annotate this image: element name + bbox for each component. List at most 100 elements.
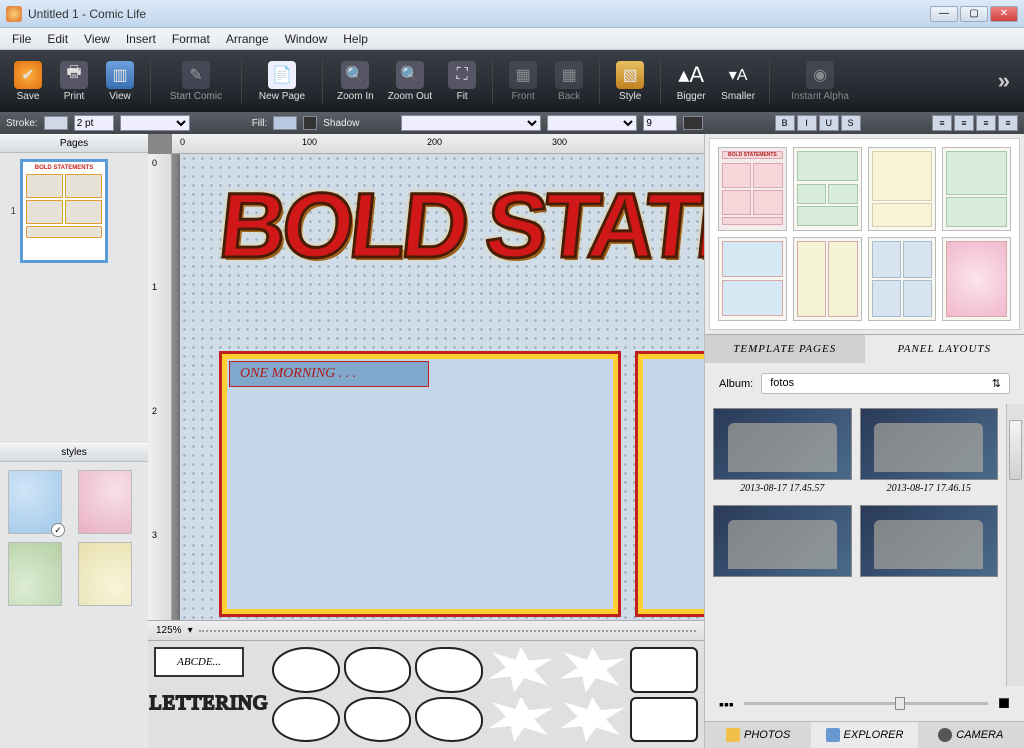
menu-help[interactable]: Help — [335, 30, 376, 48]
lettering-column: ABCDE... LETTERING — [154, 647, 264, 742]
print-button[interactable]: 🖶Print — [54, 59, 94, 104]
page-thumbnail[interactable]: BOLD STATEMENTS — [20, 159, 108, 263]
photos-wrap: 2013-08-17 17.45.57 2013-08-17 17.46.15 — [705, 404, 1024, 686]
font-style-select[interactable] — [547, 115, 637, 131]
photo-item[interactable]: 2013-08-17 17.46.15 — [860, 408, 999, 497]
canvas-area: 0 100 200 300 0 1 2 3 BOLD STATEM ONE MO… — [148, 134, 704, 748]
size-slider[interactable] — [744, 702, 988, 705]
zoom-dropdown-icon[interactable]: ▾ — [188, 625, 193, 636]
menu-insert[interactable]: Insert — [118, 30, 164, 48]
scrollbar-thumb[interactable] — [1009, 420, 1022, 480]
caption-box[interactable]: ONE MORNING . . . — [229, 361, 429, 387]
template-thumbnail[interactable] — [942, 147, 1011, 231]
zoom-in-button[interactable]: 🔍Zoom In — [333, 59, 378, 104]
menu-format[interactable]: Format — [164, 30, 218, 48]
bold-button[interactable]: B — [775, 115, 795, 131]
stroke-style-select[interactable] — [120, 115, 190, 131]
underline-button[interactable]: U — [819, 115, 839, 131]
canvas-viewport[interactable]: BOLD STATEM ONE MORNING . . . — [172, 154, 704, 620]
align-center-button[interactable]: ≡ — [954, 115, 974, 131]
thought-balloon[interactable] — [415, 647, 483, 693]
source-camera[interactable]: CAMERA — [918, 722, 1024, 748]
thought-balloon[interactable] — [344, 697, 412, 743]
template-thumbnail[interactable] — [718, 237, 787, 321]
italic-button[interactable]: I — [797, 115, 817, 131]
align-justify-button[interactable]: ≡ — [998, 115, 1018, 131]
align-left-button[interactable]: ≡ — [932, 115, 952, 131]
photo-item[interactable] — [713, 505, 852, 577]
menu-view[interactable]: View — [76, 30, 118, 48]
template-thumbnail[interactable]: BOLD STATEMENTS — [718, 147, 787, 231]
caption-balloon[interactable] — [630, 697, 698, 743]
tab-panel-layouts[interactable]: PANEL LAYOUTS — [865, 335, 1024, 363]
comic-panel[interactable] — [638, 354, 704, 614]
stroke-color-swatch[interactable] — [44, 116, 68, 130]
speech-balloon[interactable] — [272, 647, 340, 693]
template-thumbnail[interactable] — [793, 147, 862, 231]
shadow-toggle[interactable] — [303, 116, 317, 130]
style-swatch-green[interactable] — [8, 542, 62, 606]
slider-knob[interactable] — [895, 697, 905, 710]
stroke-width-input[interactable] — [74, 115, 114, 131]
page-thumb-row[interactable]: 1 BOLD STATEMENTS — [6, 159, 142, 263]
zoom-out-button[interactable]: 🔍Zoom Out — [384, 59, 436, 104]
close-button[interactable]: ✕ — [990, 6, 1018, 22]
burst-balloon[interactable] — [487, 647, 555, 693]
menu-window[interactable]: Window — [277, 30, 336, 48]
strike-button[interactable]: S — [841, 115, 861, 131]
source-explorer[interactable]: EXPLORER — [811, 722, 917, 748]
template-thumbnail[interactable] — [793, 237, 862, 321]
burst-balloon[interactable] — [559, 647, 627, 693]
scrollbar-vertical[interactable] — [1006, 404, 1024, 686]
fill-color-swatch[interactable] — [273, 116, 297, 130]
new-page-button[interactable]: 📄New Page — [252, 59, 312, 104]
smaller-button[interactable]: ▾ASmaller — [717, 59, 759, 104]
template-thumbnail[interactable] — [868, 237, 937, 321]
photo-browser[interactable]: 2013-08-17 17.45.57 2013-08-17 17.46.15 — [705, 404, 1006, 686]
speech-balloon[interactable] — [272, 697, 340, 743]
source-photos[interactable]: PHOTOS — [705, 722, 811, 748]
thought-balloon[interactable] — [344, 647, 412, 693]
photo-item[interactable] — [860, 505, 999, 577]
maximize-button[interactable]: ▢ — [960, 6, 988, 22]
window-controls: — ▢ ✕ — [930, 6, 1018, 22]
style-swatch-blue[interactable]: ✓ — [8, 470, 62, 534]
style-button[interactable]: ▧Style — [610, 59, 650, 104]
burst-balloon[interactable] — [487, 697, 555, 743]
menu-file[interactable]: File — [4, 30, 39, 48]
style-swatch-yellow[interactable] — [78, 542, 132, 606]
align-right-button[interactable]: ≡ — [976, 115, 996, 131]
lettering-sample-box[interactable]: ABCDE... — [154, 647, 244, 677]
instant-alpha-button[interactable]: ◉Instant Alpha — [780, 59, 860, 104]
style-swatch-pink[interactable] — [78, 470, 132, 534]
lettering-title-style[interactable]: LETTERING — [154, 683, 264, 723]
front-button[interactable]: ▦Front — [503, 59, 543, 104]
pages-list[interactable]: 1 BOLD STATEMENTS — [0, 153, 148, 443]
view-button[interactable]: ▥View — [100, 59, 140, 104]
photo-thumbnail — [713, 505, 852, 577]
comic-page[interactable]: BOLD STATEM ONE MORNING . . . — [180, 154, 704, 620]
font-color-swatch[interactable] — [683, 116, 703, 130]
bigger-button[interactable]: ▴ABigger — [671, 59, 711, 104]
tab-template-pages[interactable]: TEMPLATE PAGES — [705, 335, 865, 363]
template-thumbnail[interactable] — [942, 237, 1011, 321]
start-comic-button[interactable]: ✎Start Comic — [161, 59, 231, 104]
burst-balloon[interactable] — [559, 697, 627, 743]
comic-panel[interactable]: ONE MORNING . . . — [222, 354, 618, 614]
album-dropdown[interactable]: fotos⇅ — [761, 373, 1010, 394]
caption-balloon[interactable] — [630, 647, 698, 693]
font-family-select[interactable] — [401, 115, 541, 131]
font-size-input[interactable] — [643, 115, 677, 131]
minimize-button[interactable]: — — [930, 6, 958, 22]
template-thumbnail[interactable] — [868, 147, 937, 231]
toolbar-overflow[interactable]: » — [992, 68, 1016, 94]
thought-balloon[interactable] — [415, 697, 483, 743]
menu-arrange[interactable]: Arrange — [218, 30, 277, 48]
save-button[interactable]: ✔Save — [8, 59, 48, 104]
photo-item[interactable]: 2013-08-17 17.45.57 — [713, 408, 852, 497]
back-button[interactable]: ▦Back — [549, 59, 589, 104]
ruler-tick: 300 — [552, 137, 567, 147]
comic-title-text[interactable]: BOLD STATEM — [214, 174, 704, 279]
menu-edit[interactable]: Edit — [39, 30, 76, 48]
fit-button[interactable]: ⛶Fit — [442, 59, 482, 104]
